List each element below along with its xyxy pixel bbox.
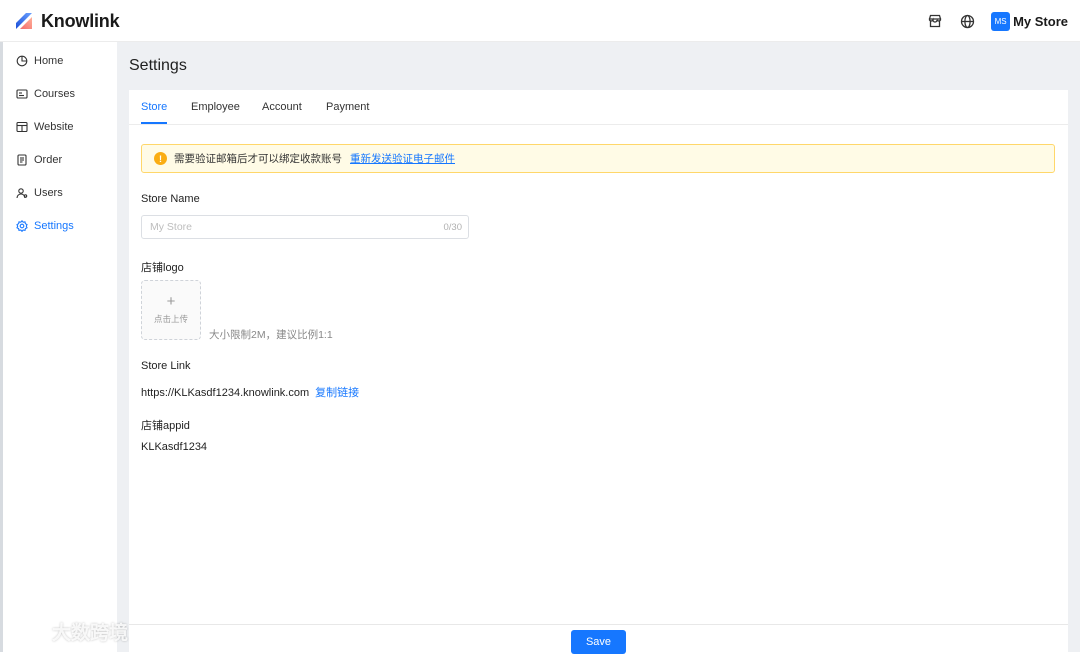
alert-text: 需要验证邮箱后才可以绑定收款账号 [174, 153, 342, 165]
store-icon [16, 121, 28, 133]
tab-payment[interactable]: Payment [326, 101, 369, 113]
email-verify-alert: ! 需要验证邮箱后才可以绑定收款账号 重新发送验证电子邮件 [141, 144, 1055, 173]
upload-hint: 大小限制2M，建议比例1:1 [209, 329, 333, 341]
watermark: 大数跨境 [8, 618, 128, 645]
appid-label: 店铺appid [141, 420, 190, 432]
brand[interactable]: Knowlink [14, 10, 120, 32]
sidebar-item-label: Website [34, 121, 74, 133]
store-switcher-name[interactable]: My Store [1013, 14, 1068, 29]
sidebar-item-users[interactable]: Users [16, 184, 63, 202]
save-button[interactable]: Save [571, 630, 626, 654]
pie-chart-icon [16, 55, 28, 67]
sidebar-item-website[interactable]: Website [16, 118, 74, 136]
active-tab-indicator [141, 122, 167, 124]
order-icon [16, 154, 28, 166]
copy-link-button[interactable]: 复制链接 [315, 387, 359, 399]
tab-account[interactable]: Account [262, 101, 302, 113]
store-name-label: Store Name [141, 193, 200, 205]
sidebar-item-home[interactable]: Home [16, 52, 63, 70]
page-title: Settings [129, 57, 187, 74]
users-icon [16, 187, 28, 199]
plus-icon: + [166, 293, 176, 310]
store-name-input[interactable]: My Store 0/30 [141, 215, 469, 239]
resend-email-link[interactable]: 重新发送验证电子邮件 [350, 151, 455, 166]
sidebar-item-courses[interactable]: Courses [16, 85, 75, 103]
warning-icon: ! [154, 152, 167, 165]
store-name-placeholder: My Store [150, 221, 193, 233]
top-bar: Knowlink MS My Store [0, 0, 1080, 42]
sidebar-item-label: Users [34, 187, 63, 199]
watermark-text: 大数跨境 [52, 623, 129, 644]
sidebar-item-order[interactable]: Order [16, 151, 62, 169]
store-link-row: https://KLKasdf1234.knowlink.com 复制链接 [141, 384, 359, 400]
store-icon[interactable] [927, 13, 943, 29]
gear-icon [16, 220, 28, 232]
sidebar: Home Courses Website Order Users Setting… [0, 42, 117, 652]
sidebar-item-label: Order [34, 154, 63, 166]
store-logo-label: 店铺logo [141, 262, 184, 274]
sidebar-item-label: Courses [34, 88, 75, 100]
knowlink-logo-icon [16, 13, 32, 29]
appid-value: KLKasdf1234 [141, 441, 208, 453]
footer-divider [129, 624, 1068, 625]
courses-icon [16, 88, 28, 100]
brand-name: Knowlink [41, 10, 120, 31]
sidebar-item-label: Settings [34, 220, 74, 232]
watermark-logo-icon [10, 623, 43, 641]
main-content: Settings Store Employee Account Payment … [117, 42, 1080, 660]
top-right-actions: MS My Store [927, 10, 1068, 32]
tab-store[interactable]: Store [141, 101, 167, 113]
settings-tabs: Store Employee Account Payment [129, 90, 1068, 125]
avatar[interactable]: MS [991, 11, 1011, 31]
settings-card: Store Employee Account Payment ! 需要验证邮箱后… [129, 90, 1068, 660]
logo-upload-button[interactable]: + 点击上传 [141, 280, 201, 340]
store-link-value: https://KLKasdf1234.knowlink.com [141, 387, 310, 399]
sidebar-item-settings[interactable]: Settings [16, 217, 74, 235]
store-link-label: Store Link [141, 360, 191, 372]
tab-employee[interactable]: Employee [191, 101, 240, 113]
char-counter: 0/30 [443, 221, 463, 233]
upload-text: 点击上传 [153, 314, 188, 324]
globe-icon[interactable] [959, 13, 975, 29]
sidebar-item-label: Home [34, 55, 64, 67]
